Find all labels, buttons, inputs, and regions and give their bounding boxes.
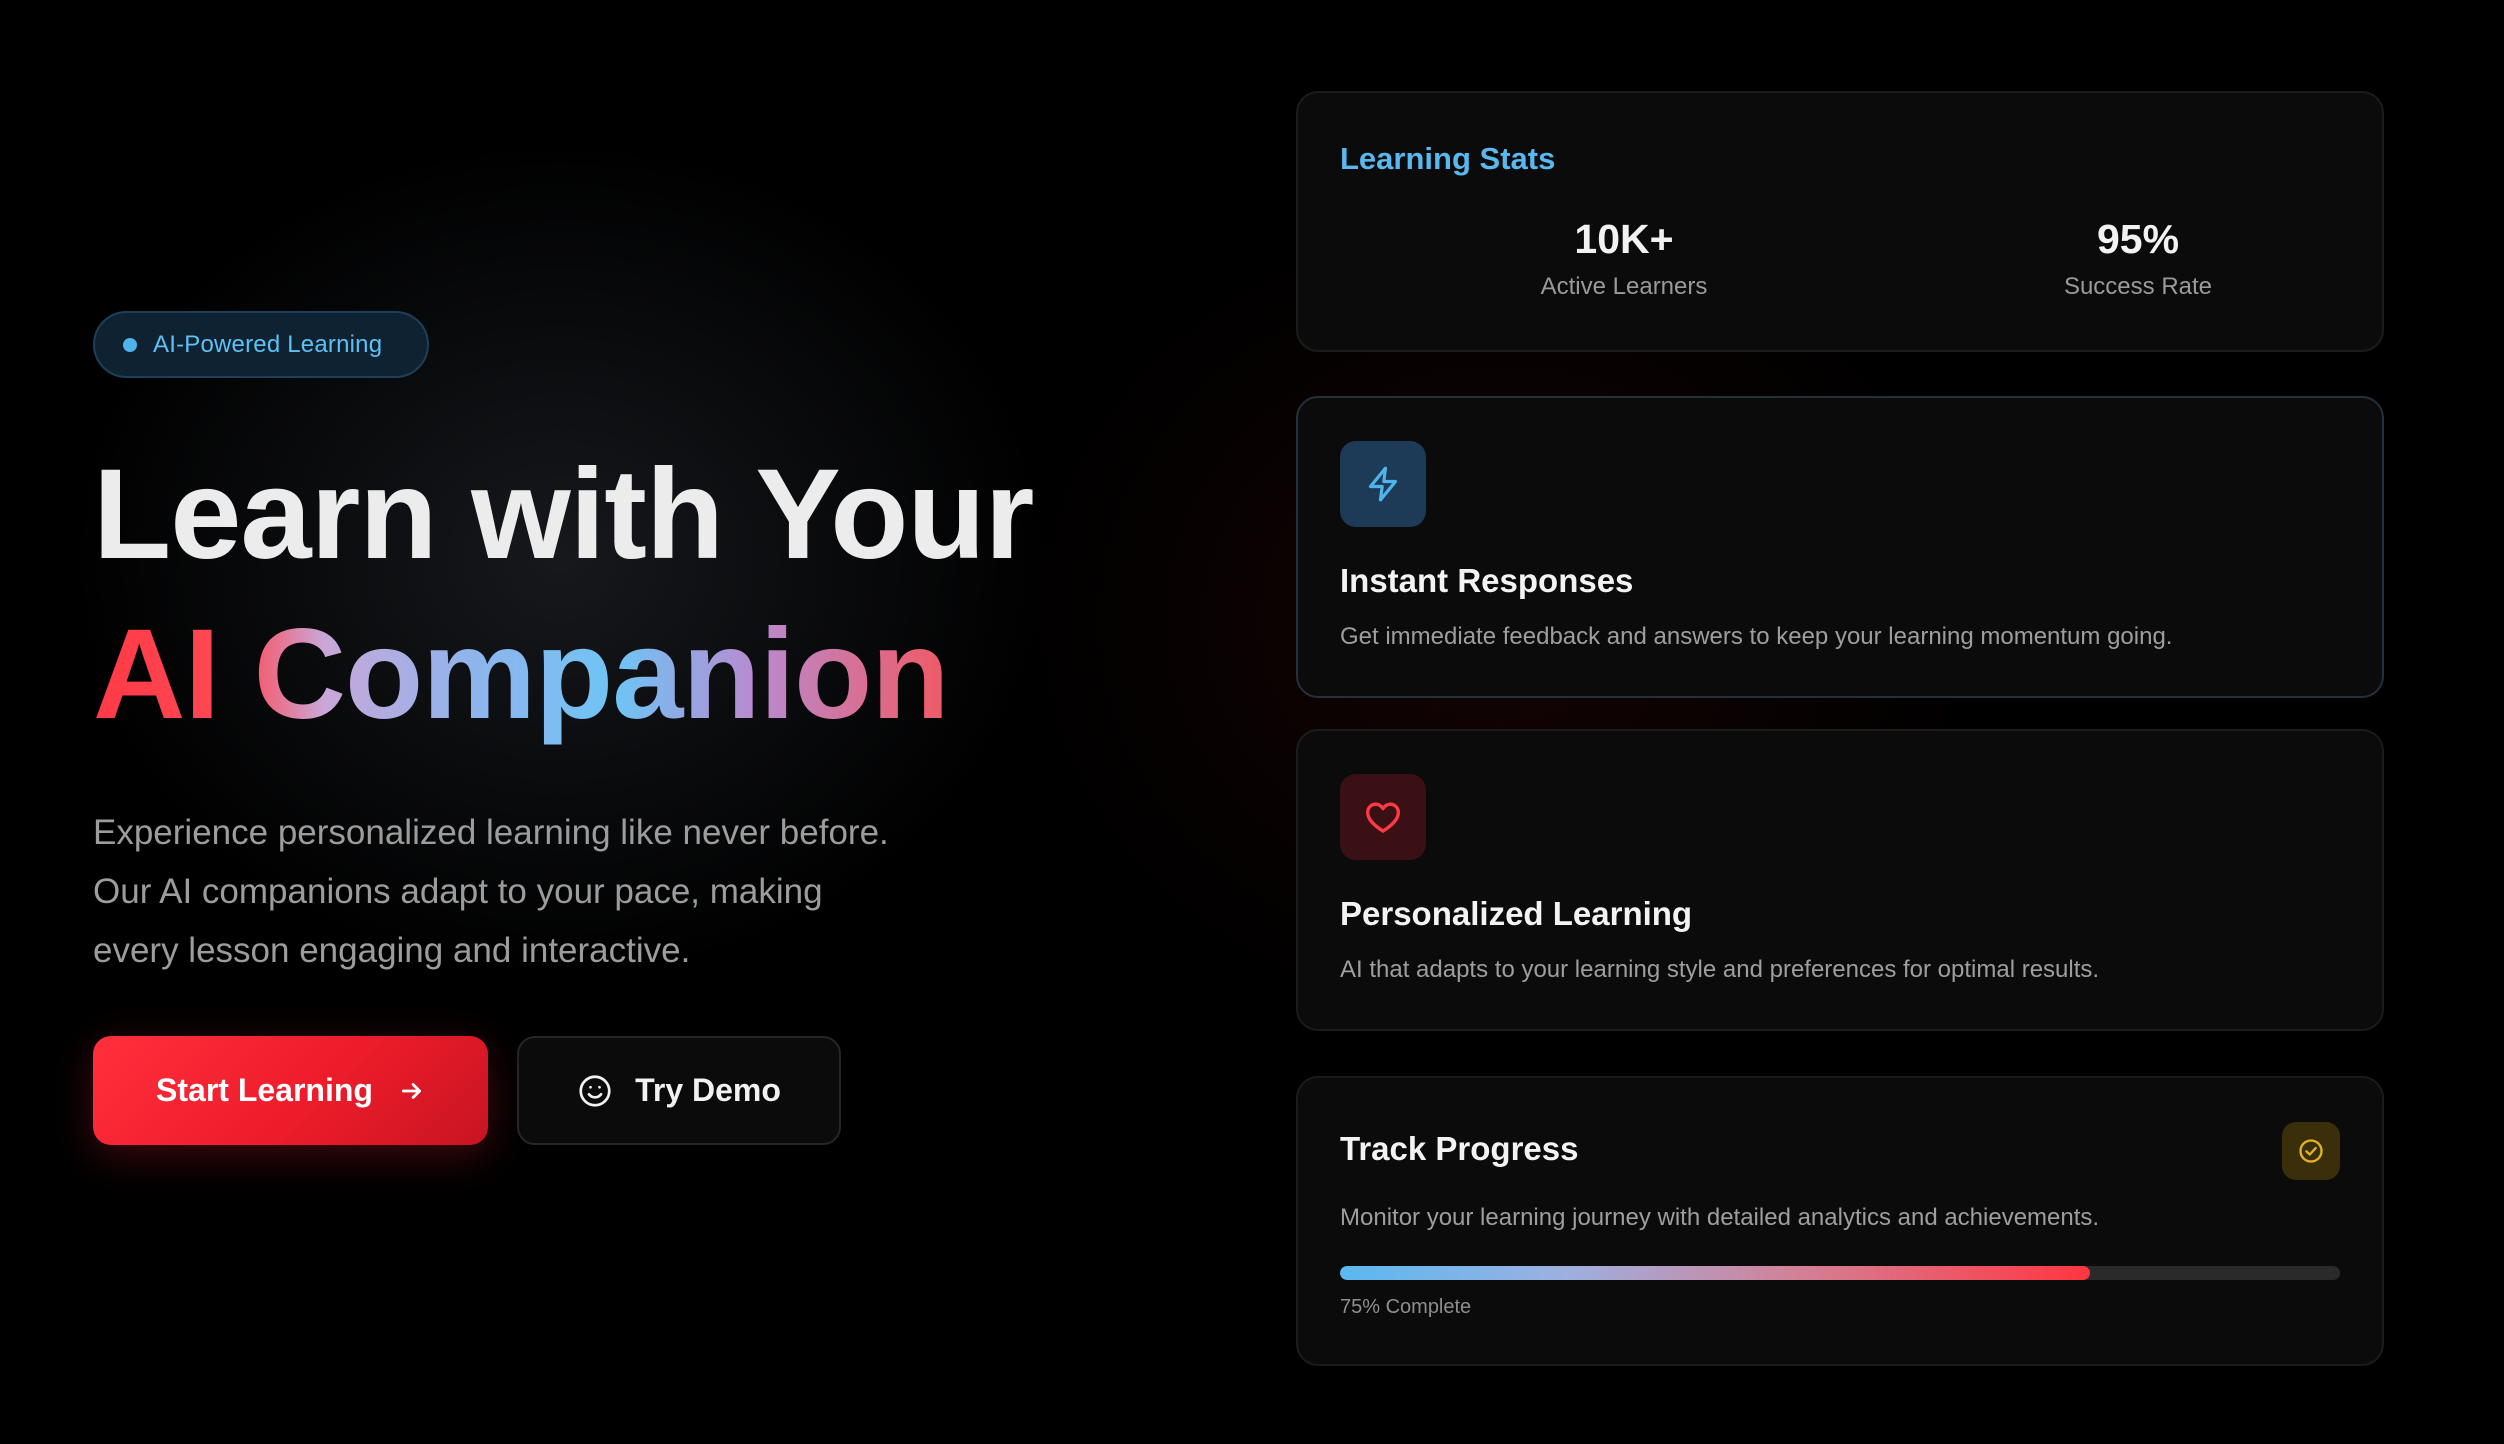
start-learning-button[interactable]: Start Learning <box>93 1036 488 1145</box>
feature-description: AI that adapts to your learning style an… <box>1340 956 2100 983</box>
learning-stats-title: Learning Stats <box>1340 141 1556 176</box>
stat-active-learners: 10K+ Active Learners <box>1444 215 1804 301</box>
feature-title: Personalized Learning <box>1340 895 1693 932</box>
arrow-right-icon <box>401 1082 421 1099</box>
learning-stats-card: Learning Stats 10K+ Active Learners 95% … <box>1296 91 2384 352</box>
stat-label: Success Rate <box>2063 273 2213 300</box>
check-circle-icon <box>2282 1122 2340 1180</box>
stat-value: 10K+ <box>1574 216 1674 262</box>
heart-icon <box>1340 774 1426 860</box>
instant-responses-card: Instant Responses Get immediate feedback… <box>1296 396 2384 698</box>
page: AI-Powered Learning Learn with Your AI C… <box>0 0 2504 1444</box>
try-demo-button[interactable]: Try Demo <box>517 1036 841 1145</box>
stat-value: 95% <box>2096 216 2180 262</box>
lightning-icon <box>1340 441 1426 527</box>
badge-dot-icon <box>123 337 137 352</box>
hero-description: Experience personalized learning like ne… <box>93 813 889 970</box>
headline-line-2: AI Companion <box>93 600 1143 750</box>
feature-description: Get immediate feedback and answers to ke… <box>1340 623 2173 650</box>
headline-line-1: Learn with Your <box>93 443 1034 586</box>
start-learning-label: Start Learning <box>156 1072 373 1108</box>
smile-icon <box>579 1074 611 1107</box>
track-progress-title: Track Progress <box>1340 1130 1579 1167</box>
stat-success-rate: 95% Success Rate <box>1958 215 2318 301</box>
try-demo-label: Try Demo <box>635 1072 781 1108</box>
ai-powered-badge: AI-Powered Learning <box>93 311 429 378</box>
personalized-learning-card: Personalized Learning AI that adapts to … <box>1296 729 2384 1031</box>
progress-caption: 75% Complete <box>1340 1296 1472 1318</box>
progress-bar-fill <box>1340 1266 2090 1280</box>
badge-label: AI-Powered Learning <box>153 330 383 358</box>
stat-label: Active Learners <box>1540 273 1708 300</box>
track-progress-card: Track Progress Monitor your learning jou… <box>1296 1076 2384 1366</box>
progress-bar <box>1340 1266 2340 1280</box>
feature-title: Instant Responses <box>1340 562 1634 599</box>
track-progress-description: Monitor your learning journey with detai… <box>1340 1204 2100 1231</box>
